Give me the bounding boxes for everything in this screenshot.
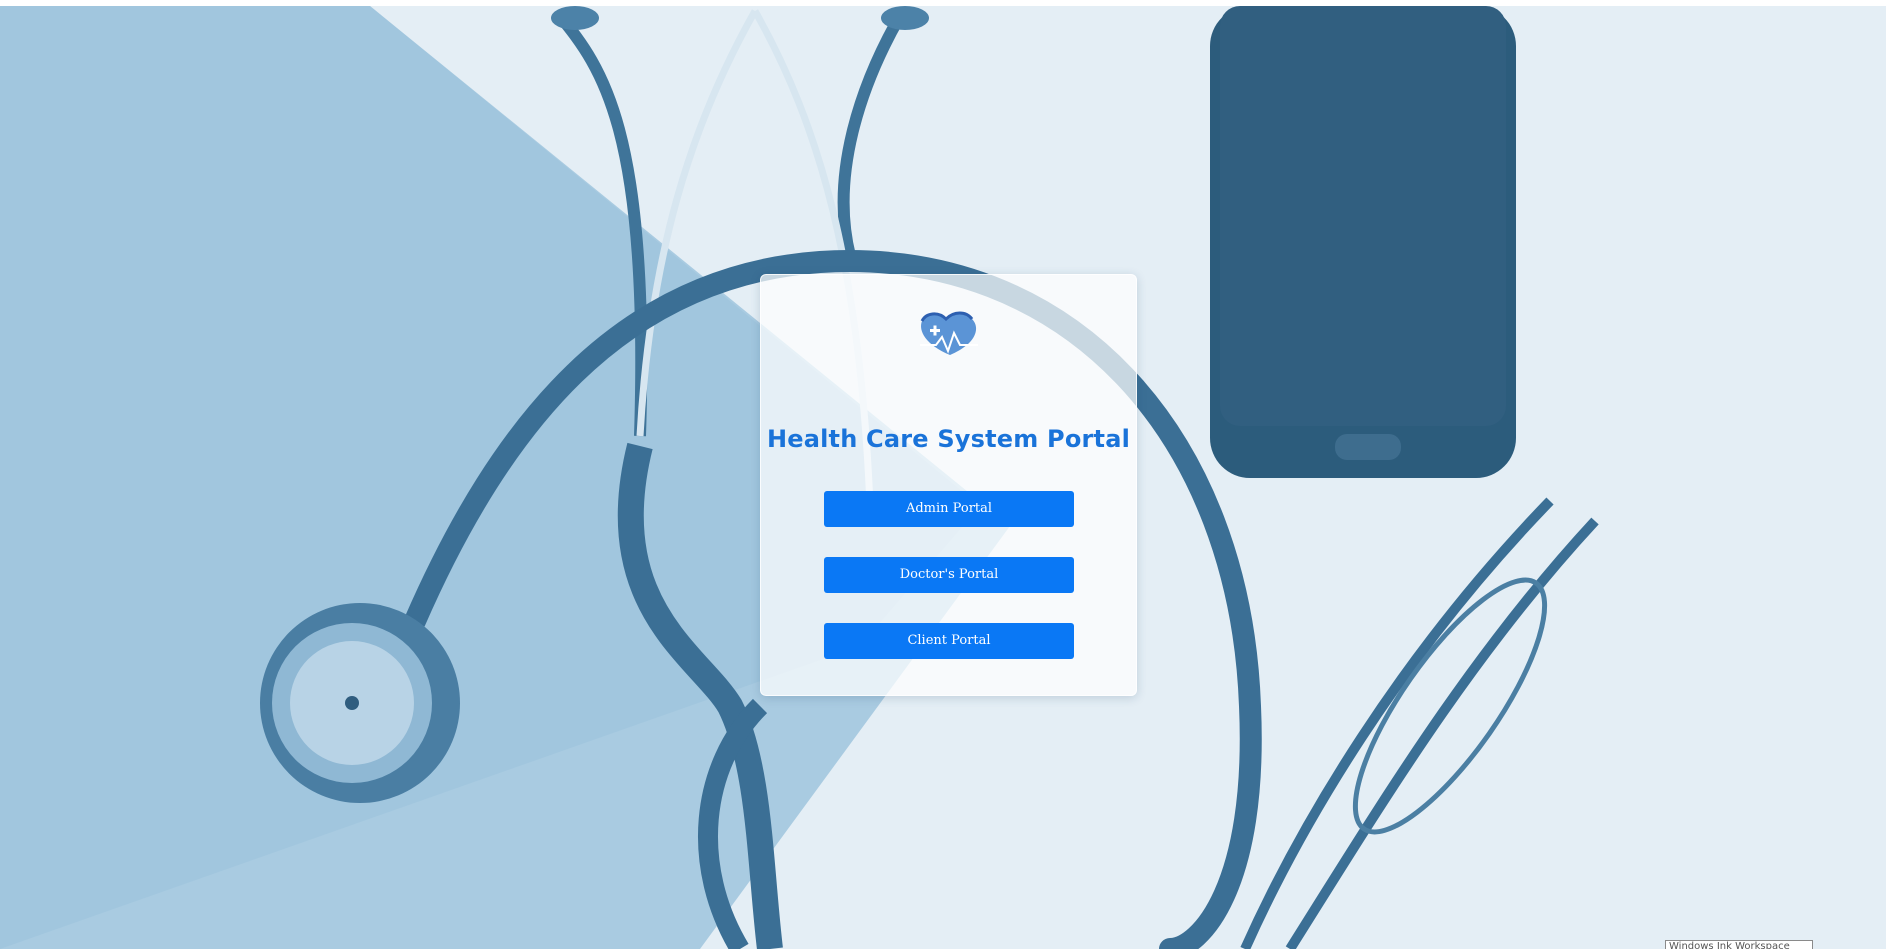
client-portal-button[interactable]: Client Portal: [824, 623, 1074, 659]
portal-card: Health Care System Portal Admin Portal D…: [760, 274, 1137, 696]
admin-portal-button[interactable]: Admin Portal: [824, 491, 1074, 527]
page: Health Care System Portal Admin Portal D…: [0, 0, 1886, 949]
page-title: Health Care System Portal: [766, 425, 1131, 453]
windows-ink-workspace-label: Windows Ink Workspace: [1665, 940, 1813, 949]
heart-pulse-cross-icon: [920, 311, 978, 355]
doctor-portal-button[interactable]: Doctor's Portal: [824, 557, 1074, 593]
